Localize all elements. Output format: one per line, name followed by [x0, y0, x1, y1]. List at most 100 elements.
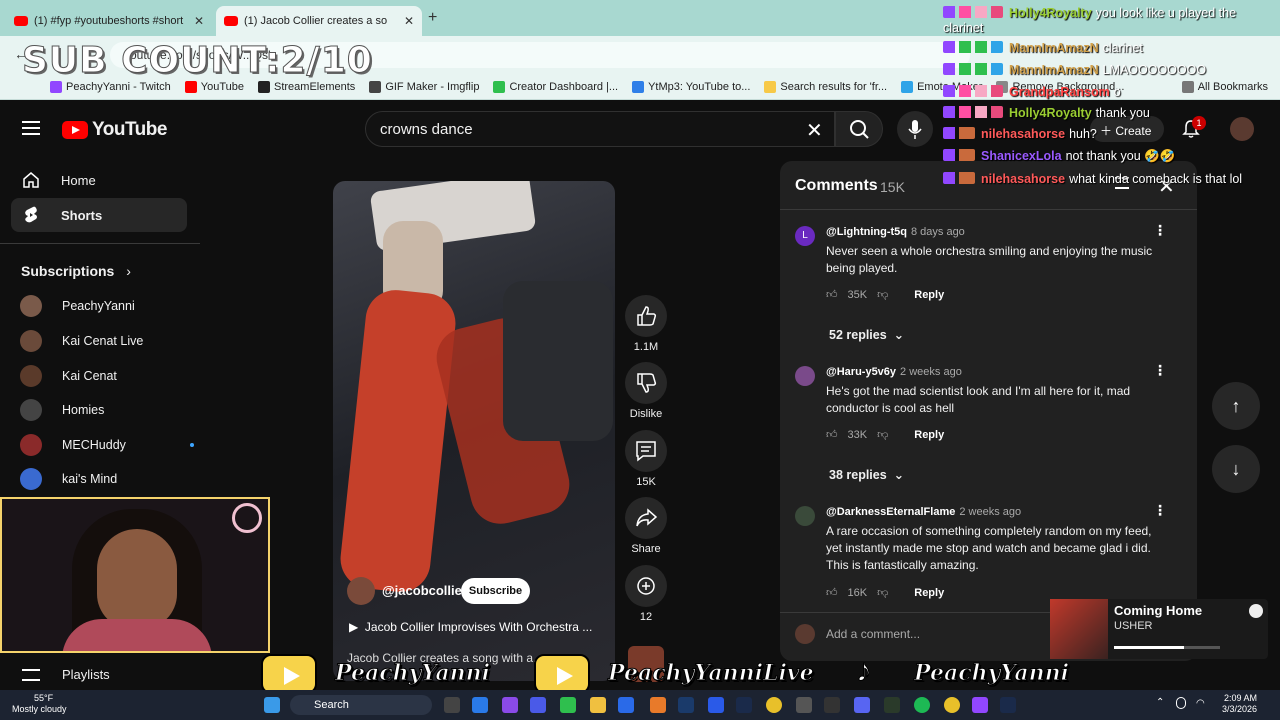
xbox-icon[interactable] — [560, 697, 576, 713]
all-bookmarks[interactable]: All Bookmarks — [1181, 80, 1268, 93]
browser-tab[interactable]: (1) #fyp #youtubeshorts #short ✕ — [6, 6, 212, 36]
browser-tab-active[interactable]: (1) Jacob Collier creates a so ✕ — [216, 6, 422, 36]
steam-icon[interactable] — [736, 697, 752, 713]
app-icon[interactable] — [884, 697, 900, 713]
sidebar-item-shorts[interactable]: Shorts — [11, 198, 187, 232]
sidebar-item-playlists[interactable]: Playlists — [62, 667, 110, 682]
streamer-shirt — [62, 619, 212, 651]
edge-icon[interactable] — [472, 697, 488, 713]
video-sound-title[interactable]: ▶ Jacob Collier Improvises With Orchestr… — [349, 620, 592, 634]
bookmark[interactable]: Search results for 'fr... — [764, 80, 887, 93]
app-icon[interactable] — [678, 697, 694, 713]
thumbs-up-icon[interactable]: 👍︎ — [826, 288, 838, 301]
comment-menu-icon[interactable]: ⋮ — [1153, 362, 1167, 379]
chrome-icon[interactable] — [766, 697, 782, 713]
bookmark[interactable]: YtMp3: YouTube to... — [632, 80, 750, 93]
sidebar-channel[interactable]: MECHuddy — [20, 430, 210, 460]
channel-name[interactable]: @jacobcollier — [382, 583, 467, 598]
steam-icon[interactable] — [1000, 697, 1016, 713]
twitch-icon[interactable] — [972, 697, 988, 713]
sidebar-channel[interactable]: Homies — [20, 395, 210, 425]
channel-avatar[interactable] — [347, 577, 375, 605]
store-icon[interactable] — [618, 697, 634, 713]
task-view-icon[interactable] — [444, 697, 460, 713]
previous-video-button[interactable]: ↑ — [1212, 382, 1260, 430]
remix-button[interactable] — [625, 565, 667, 607]
copilot-icon[interactable] — [502, 697, 518, 713]
view-replies-button[interactable]: 38 replies ⌄ — [829, 467, 904, 482]
youtube-logo[interactable]: YouTube — [62, 119, 167, 141]
bookmark[interactable]: PeachyYanni - Twitch — [50, 80, 171, 93]
bookmark[interactable]: Creator Dashboard |... — [493, 80, 618, 93]
comment-author[interactable]: @DarknessEternalFlame 2 weeks ago — [826, 506, 1021, 518]
voice-search-button[interactable] — [897, 111, 933, 147]
add-comment-input[interactable]: Add a comment... — [826, 627, 920, 641]
user-avatar — [795, 624, 815, 644]
reply-button[interactable]: Reply — [914, 429, 944, 441]
sidebar-item-home[interactable]: Home — [11, 163, 187, 197]
chrome-icon[interactable] — [944, 697, 960, 713]
taskbar-search[interactable]: Search — [290, 695, 432, 715]
thumbs-down-icon[interactable]: 👎︎ — [877, 586, 888, 599]
short-video-player[interactable] — [333, 181, 615, 681]
chat-message: nilehasahorse huh? — [943, 127, 1097, 141]
weather-widget[interactable]: 55°F Mostly cloudy — [12, 693, 67, 715]
sidebar-channel[interactable]: kai's Mind — [20, 464, 210, 494]
share-button[interactable] — [625, 497, 667, 539]
wifi-icon[interactable]: ◠ — [1196, 698, 1205, 709]
commenter-avatar[interactable] — [795, 366, 815, 386]
close-tab-icon[interactable]: ✕ — [194, 14, 204, 28]
file-explorer-icon[interactable] — [590, 697, 606, 713]
system-clock[interactable]: 2:09 AM 3/3/2026 — [1222, 693, 1257, 715]
thumbs-up-icon[interactable]: 👍︎ — [826, 586, 838, 599]
windows-start-icon[interactable] — [264, 697, 280, 713]
arrow-down-icon: ↓ — [1231, 459, 1241, 479]
comment-author[interactable]: @Haru-y5v6y 2 weeks ago — [826, 366, 962, 378]
sub-count-overlay: SUB COUNT:2/10 — [22, 40, 373, 82]
subscribe-button[interactable]: Subscribe — [461, 578, 530, 604]
next-video-button[interactable]: ↓ — [1212, 445, 1260, 493]
clear-search-icon[interactable]: ✕ — [806, 118, 823, 143]
bookmark[interactable]: GIF Maker - Imgflip — [369, 80, 479, 93]
thumbs-up-icon[interactable]: 👍︎ — [826, 428, 838, 441]
dislike-button[interactable] — [625, 362, 667, 404]
app-icon[interactable] — [708, 697, 724, 713]
subscriptions-heading[interactable]: Subscriptions › — [21, 263, 131, 279]
menu-icon[interactable] — [22, 121, 40, 135]
comment-menu-icon[interactable]: ⋮ — [1153, 222, 1167, 239]
spotify-icon[interactable] — [914, 697, 930, 713]
obs-icon[interactable] — [824, 697, 840, 713]
album-art — [1050, 599, 1108, 659]
comment-menu-icon[interactable]: ⋮ — [1153, 502, 1167, 519]
arrow-up-icon: ↑ — [1231, 396, 1241, 416]
view-replies-button[interactable]: 52 replies ⌄ — [829, 327, 904, 342]
channel-avatar — [20, 365, 42, 387]
search-button[interactable] — [835, 111, 883, 147]
tray-chevron-icon[interactable]: ⌃ — [1156, 697, 1164, 708]
discord-icon[interactable] — [854, 697, 870, 713]
teams-icon[interactable] — [530, 697, 546, 713]
reply-button[interactable]: Reply — [914, 587, 944, 599]
comments-button[interactable] — [625, 430, 667, 472]
like-button[interactable] — [625, 295, 667, 337]
commenter-avatar[interactable]: L — [795, 226, 815, 246]
app-icon[interactable] — [796, 697, 812, 713]
thumbs-down-icon[interactable]: 👎︎ — [877, 288, 888, 301]
commenter-avatar[interactable] — [795, 506, 815, 526]
bookmark[interactable]: StreamElements — [258, 80, 355, 93]
account-avatar[interactable] — [1230, 117, 1254, 141]
close-tab-icon[interactable]: ✕ — [404, 14, 414, 28]
reply-button[interactable]: Reply — [914, 289, 944, 301]
sidebar-channel[interactable]: PeachyYanni — [20, 291, 210, 321]
search-input[interactable]: crowns dance — [365, 111, 835, 147]
track-artist: USHER — [1114, 620, 1153, 632]
sidebar-channel[interactable]: Kai Cenat — [20, 361, 210, 391]
sidebar-channel[interactable]: Kai Cenat Live — [20, 326, 210, 356]
microphone-icon[interactable] — [1176, 697, 1186, 709]
webcam-overlay — [0, 497, 270, 653]
app-icon[interactable] — [650, 697, 666, 713]
new-tab-icon[interactable]: + — [428, 9, 437, 27]
thumbs-down-icon[interactable]: 👎︎ — [877, 428, 888, 441]
comment-author[interactable]: @Lightning-t5q 8 days ago — [826, 226, 965, 238]
bookmark[interactable]: YouTube — [184, 80, 244, 93]
